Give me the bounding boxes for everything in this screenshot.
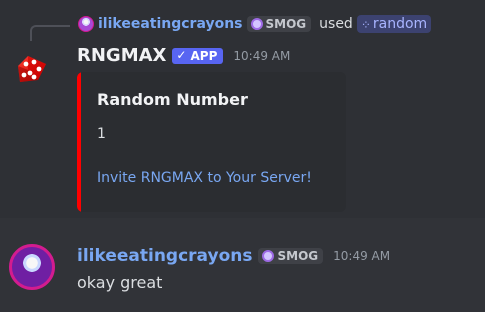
user-timestamp[interactable]: 10:49 AM [333, 249, 390, 263]
slash-command-icon: ⁘ [360, 18, 371, 32]
red-dice-icon [18, 56, 46, 82]
reply-used-text: used [319, 16, 353, 32]
embed-accent-bar [77, 72, 81, 212]
embed-value: 1 [97, 126, 106, 142]
invite-link[interactable]: Invite RNGMAX to Your Server! [97, 170, 312, 186]
bot-timestamp[interactable]: 10:49 AM [233, 49, 290, 63]
smog-tag-icon [262, 250, 275, 262]
checkmark-icon: ✓ [176, 47, 187, 62]
reply-avatar-icon [78, 16, 94, 32]
user-name[interactable]: ilikeeatingcrayons [77, 246, 252, 266]
reply-context[interactable]: ilikeeatingcrayons SMOG used ⁘ random [78, 15, 432, 33]
smog-tag-icon [250, 18, 263, 30]
user-tag: SMOG [258, 248, 324, 264]
user-header: ilikeeatingcrayons SMOG 10:49 AM [77, 246, 390, 266]
bot-header: RNGMAX ✓ APP 10:49 AM [77, 45, 290, 66]
user-tag-label: SMOG [277, 249, 319, 263]
reply-connector [30, 25, 70, 41]
reply-username[interactable]: ilikeeatingcrayons [98, 16, 243, 32]
bot-avatar[interactable] [10, 48, 54, 92]
user-avatar[interactable] [9, 244, 55, 290]
app-badge: ✓ APP [172, 47, 224, 64]
embed-title: Random Number [97, 90, 248, 109]
slash-command-chip[interactable]: ⁘ random [356, 15, 432, 33]
user-message-text: okay great [77, 273, 163, 292]
reply-user-tag-label: SMOG [265, 17, 307, 31]
reply-user-tag: SMOG [246, 16, 312, 32]
bot-message: ilikeeatingcrayons SMOG used ⁘ random RN… [0, 0, 485, 218]
slash-command-label: random [372, 16, 428, 32]
app-badge-label: APP [190, 48, 218, 63]
user-message: ilikeeatingcrayons SMOG 10:49 AM okay gr… [0, 218, 485, 312]
bot-embed: Random Number 1 Invite RNGMAX to Your Se… [77, 72, 346, 212]
bot-name[interactable]: RNGMAX [77, 45, 166, 66]
